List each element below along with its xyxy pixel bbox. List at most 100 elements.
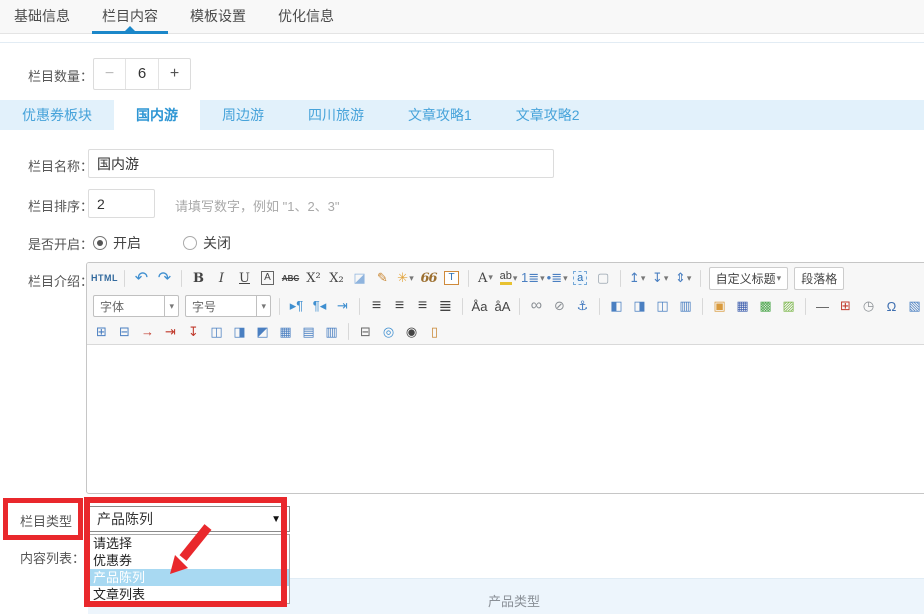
image-inline-icon[interactable]: ◨ [629,295,650,317]
separator [702,298,703,315]
insert-table-icon[interactable]: ⊞ [91,321,112,343]
merge-right-icon[interactable]: ◨ [229,321,250,343]
insert-row-icon[interactable]: → [137,321,158,343]
print-icon[interactable]: ⊟ [355,321,376,343]
section-tab-article1[interactable]: 文章攻略1 [386,100,494,130]
image-right-icon[interactable]: ▥ [675,295,696,317]
special-char-icon[interactable]: Ω [881,295,902,317]
tab-basic-info[interactable]: 基础信息 [14,0,70,33]
tab-template-settings[interactable]: 模板设置 [190,0,246,33]
insert-title-row-icon[interactable]: ⊟ [114,321,135,343]
new-page-icon[interactable]: ▢ [593,267,614,289]
format-brush-icon[interactable]: ✎ [372,267,393,289]
section-tab-article2[interactable]: 文章攻略2 [494,100,602,130]
split-cells-icon[interactable]: ▦ [275,321,296,343]
bold-icon[interactable]: B [188,267,209,289]
insert-video-icon[interactable]: ▦ [732,295,753,317]
editor-content-area[interactable] [87,345,924,492]
merge-down-icon[interactable]: ◩ [252,321,273,343]
custom-title-button[interactable]: 自定义标题▾ [709,267,789,290]
underline-icon[interactable]: U [234,267,255,289]
line-height-icon[interactable]: ⇕▾ [673,267,694,289]
split-rows-icon[interactable]: ▤ [298,321,319,343]
anchor-ref-icon[interactable]: a [570,267,591,289]
insert-image-icon[interactable]: ▣ [709,295,730,317]
rtl-paragraph-icon[interactable]: ¶◂ [309,295,330,317]
uppercase-icon[interactable]: Åa [469,295,490,317]
unordered-list-icon[interactable]: •≣▾ [547,267,568,289]
preview-icon[interactable]: ◎ [378,321,399,343]
rich-text-editor: HTML↶↷BIUAABCX²X₂◪✎✳▾66TA▾ab▾1≣▾•≣▾a▢↥▾↧… [86,262,924,494]
font-border-icon[interactable]: A [257,267,278,289]
column-name-input[interactable] [88,149,554,178]
tab-column-content[interactable]: 栏目内容 [102,0,158,33]
subscript-icon[interactable]: X₂ [326,267,347,289]
align-center-icon[interactable]: ≡ [389,295,410,317]
merge-cells-icon[interactable]: ◫ [206,321,227,343]
paste-icon[interactable]: ▯ [424,321,445,343]
delete-row-icon[interactable]: ↧ [183,321,204,343]
column-order-input[interactable] [88,189,155,218]
tab-optimization[interactable]: 优化信息 [278,0,334,33]
horizontal-rule-icon[interactable]: — [812,295,833,317]
font-size-select[interactable]: 字号▾ [185,295,271,317]
decrement-button[interactable]: − [94,59,126,89]
insert-col-icon[interactable]: ⇥ [160,321,181,343]
section-tab-coupon[interactable]: 优惠券板块 [0,100,114,130]
column-settings-page: { "colors":{"accent_blue":"#2e96d4","ann… [0,0,924,613]
ltr-paragraph-icon[interactable]: ▸¶ [286,295,307,317]
find-replace-icon[interactable]: ◉ [401,321,422,343]
toolbar-row-1: HTML ↶↷ BIUAABCX²X₂◪✎✳▾66T A▾ab▾1≣▾•≣▾a▢ ↥▾↧… [87,263,924,293]
eraser-icon[interactable]: ◪ [349,267,370,289]
indent-icon[interactable]: ⇥ [332,295,353,317]
auto-typeset-icon[interactable]: ✳▾ [395,267,416,289]
align-right-icon[interactable]: ≡ [412,295,433,317]
section-tab-band: 优惠券板块国内游周边游四川旅游文章攻略1文章攻略2 [0,100,924,130]
paste-text-icon[interactable]: T [441,267,462,289]
font-color-icon[interactable]: A▾ [475,267,496,289]
separator [348,323,349,340]
split-cols-icon[interactable]: ▥ [321,321,342,343]
section-tab-nearby[interactable]: 周边游 [200,100,286,130]
separator [181,270,182,287]
align-left-icon[interactable]: ≡ [366,295,387,317]
radio-open[interactable]: 开启 [93,233,141,253]
lowercase-icon[interactable]: åA [492,295,513,317]
superscript-icon[interactable]: X² [303,267,324,289]
section-divider [0,42,924,43]
section-tab-domestic[interactable]: 国内游 [114,100,200,130]
radio-closed[interactable]: 关闭 [183,233,231,253]
column-count-value: 6 [126,59,158,89]
insert-date-icon[interactable]: ⊞ [835,295,856,317]
spacing-top-icon[interactable]: ↥▾ [627,267,648,289]
highlight-color-icon[interactable]: ab▾ [498,267,519,289]
redo-icon[interactable]: ↷ [154,267,175,289]
font-family-select[interactable]: 字体▾ [93,295,179,317]
italic-icon[interactable]: I [211,267,232,289]
blockquote-icon[interactable]: 66 [418,267,439,289]
radio-icon [183,236,197,250]
image-left-icon[interactable]: ◧ [606,295,627,317]
separator [519,298,520,315]
undo-icon[interactable]: ↶ [131,267,152,289]
column-order-label: 栏目排序： [28,196,93,215]
editor-toolbar: HTML↶↷BIUAABCX²X₂◪✎✳▾66TA▾ab▾1≣▾•≣▾a▢↥▾↧… [87,263,924,345]
insert-map-icon[interactable]: ▩ [755,295,776,317]
anchor-icon[interactable]: ⚓ [572,295,593,317]
section-tab-sichuan[interactable]: 四川旅游 [286,100,386,130]
increment-button[interactable]: + [158,59,190,89]
code-snippet-icon[interactable]: ▧ [904,295,924,317]
html-source-icon[interactable]: HTML [91,267,118,289]
ordered-list-icon[interactable]: 1≣▾ [521,267,545,289]
strikethrough-icon[interactable]: ABC [280,267,301,289]
insert-time-icon[interactable]: ◷ [858,295,879,317]
spacing-bottom-icon[interactable]: ↧▾ [650,267,671,289]
paragraph-format-button[interactable]: 段落格 [794,267,844,290]
annotation-arrow-icon [148,523,218,578]
insert-flash-icon[interactable]: ▨ [778,295,799,317]
image-center-icon[interactable]: ◫ [652,295,673,317]
separator [599,298,600,315]
link-icon[interactable]: ∞ [526,295,547,317]
unlink-icon[interactable]: ⊘ [549,295,570,317]
align-justify-icon[interactable]: ≣ [435,295,456,317]
